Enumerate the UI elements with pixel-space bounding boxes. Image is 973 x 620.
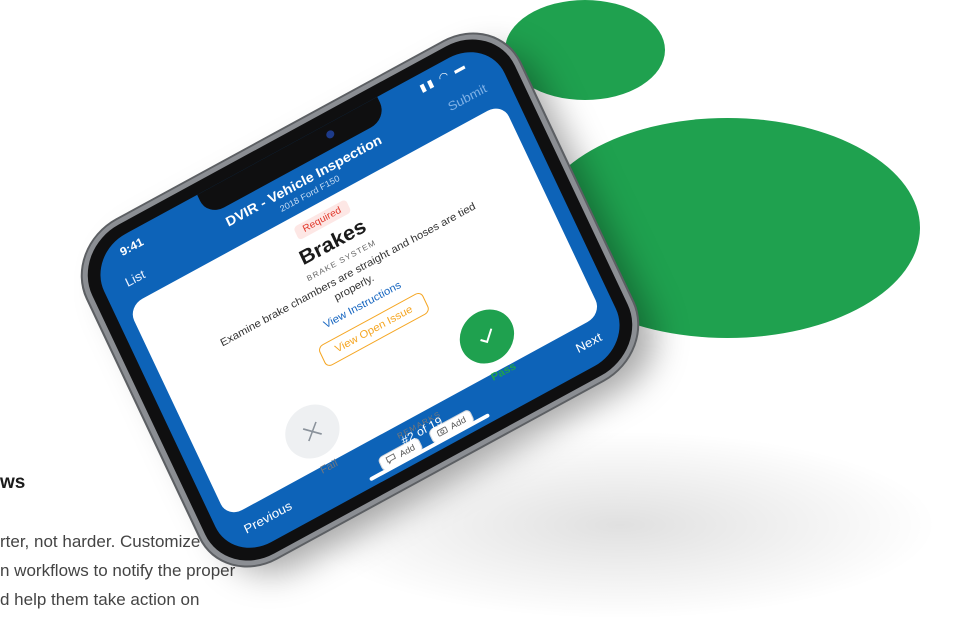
decorative-green-circle-small [505, 0, 665, 100]
check-icon [480, 328, 493, 344]
section-body-line-3: d help them take action on [0, 590, 200, 609]
signal-icon: ▮▮ [417, 76, 438, 95]
section-body-line-2: n workflows to notify the proper [0, 561, 236, 580]
wifi-icon: ◠ [437, 68, 452, 85]
camera-icon [324, 128, 336, 140]
next-button[interactable]: Next [573, 329, 604, 355]
battery-icon: ▬ [451, 59, 469, 77]
x-icon [302, 421, 322, 442]
section-heading: ws [0, 472, 26, 493]
section-body-line-1: rter, not harder. Customize [0, 532, 201, 551]
